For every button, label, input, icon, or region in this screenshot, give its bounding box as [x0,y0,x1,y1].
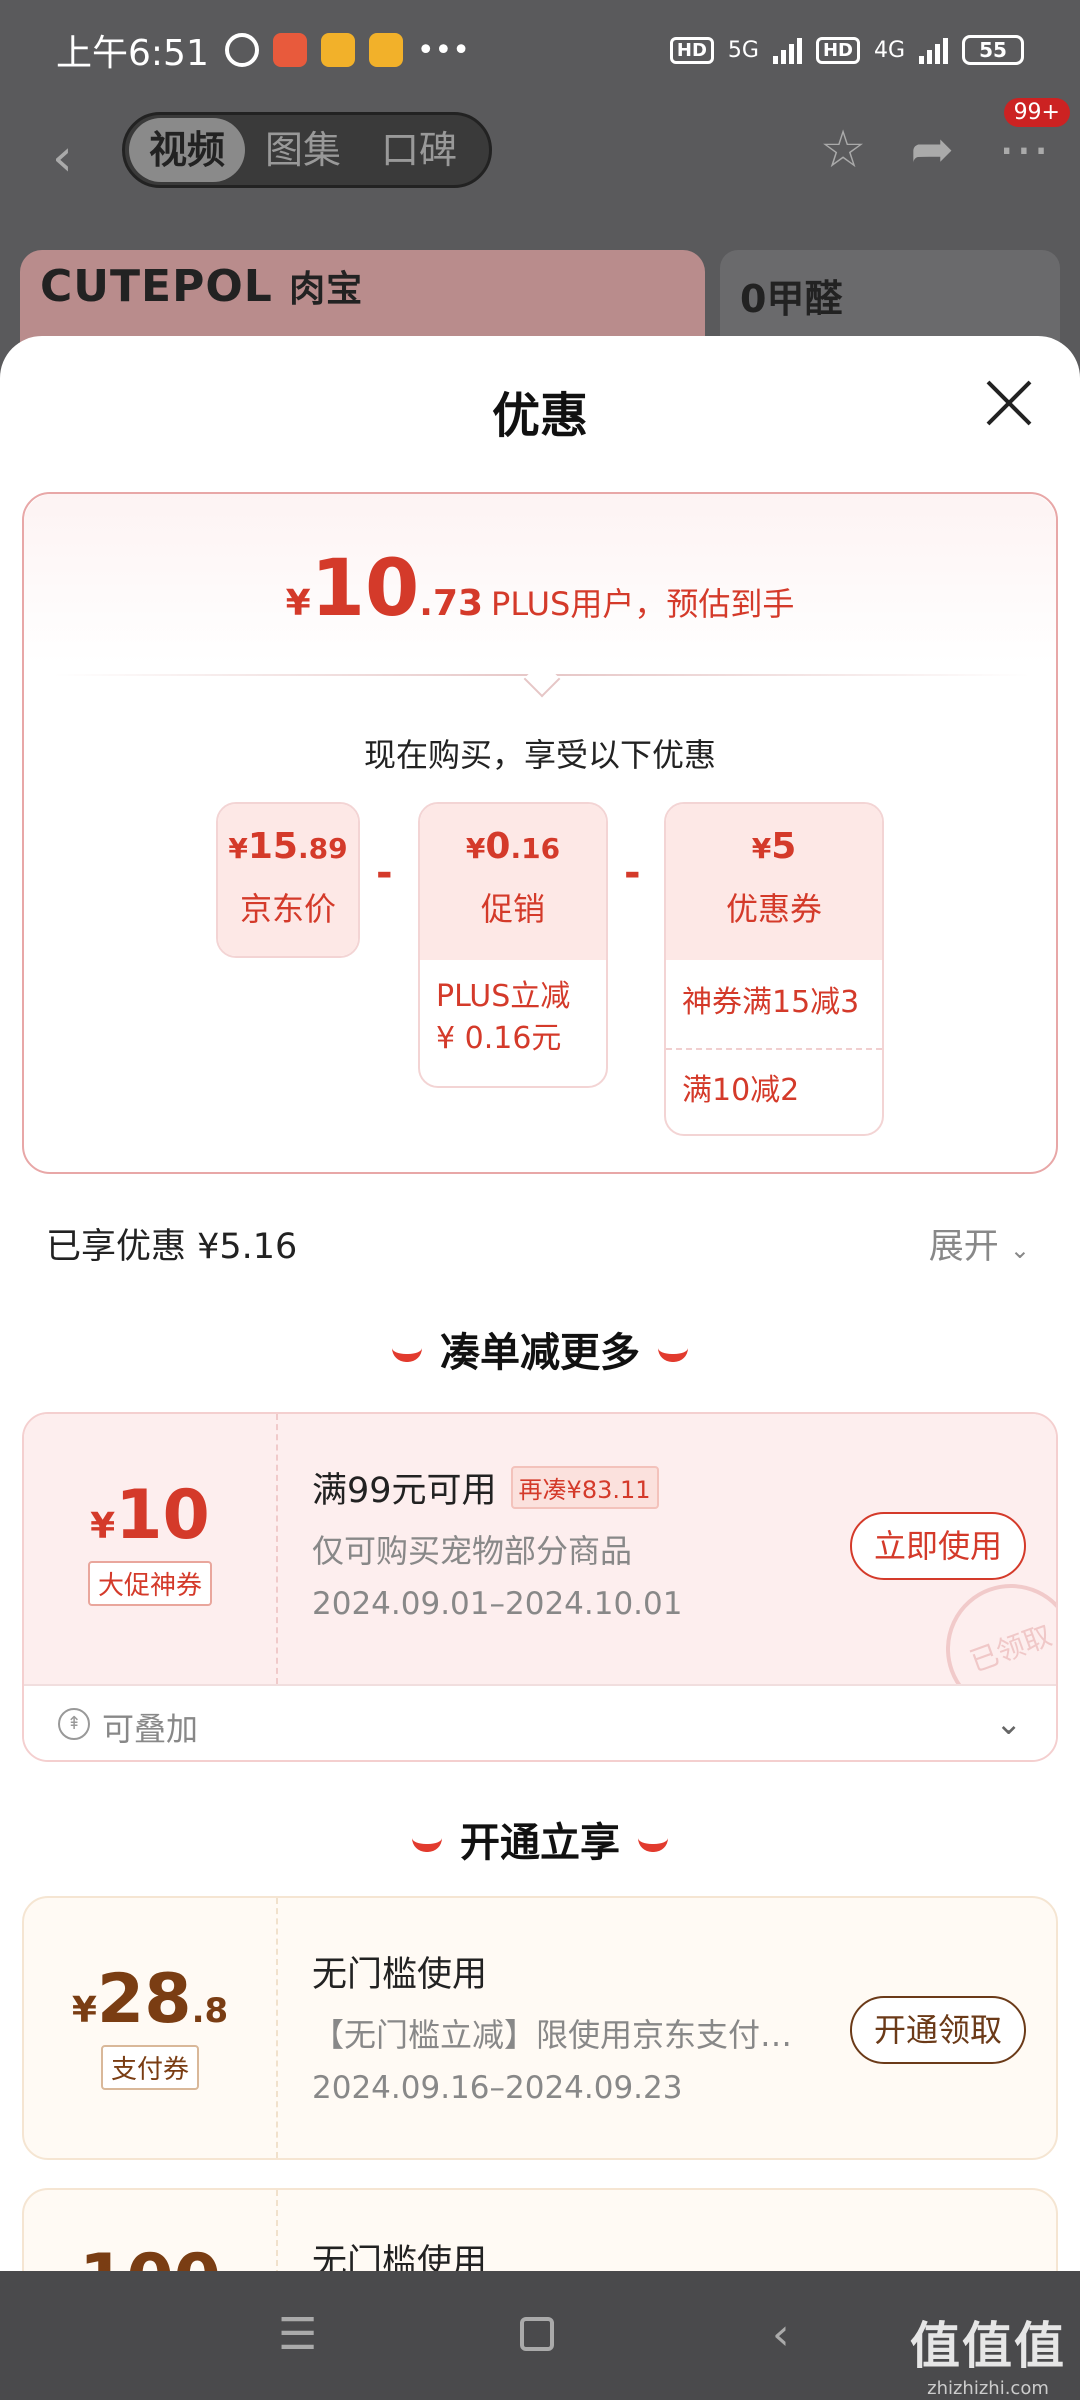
back-icon[interactable]: ‹ [52,128,73,188]
hd-icon-2: HD [815,36,860,64]
screen: 上午6:51 ••• HD 5G HD 4G 55 ‹ 视频 图集 口碑 ☆ ➦… [0,0,1080,2400]
estimated-price: ¥10.73 PLUS用户，预估到手 [285,544,795,634]
close-icon[interactable] [984,378,1034,428]
coupon-desc: 仅可购买宠物部分商品 [312,1532,633,1570]
coupon-desc: 【无门槛立减】限使用京东支付… [312,2016,793,2054]
promo-detail: PLUS立减 ¥ 0.16元 [436,979,571,1056]
status-bar: 上午6:51 ••• HD 5G HD 4G 55 [0,0,1080,100]
top-nav: ‹ 视频 图集 口碑 ☆ ➦ ⋯ 99+ [0,98,1080,200]
product-brand: CUTEPOL 肉宝 [40,261,364,312]
discount-sheet: 优惠 ¥10.73 PLUS用户，预估到手 现在购买，享受以下优惠 ¥15.89 … [0,336,1080,2271]
price-box-jd: ¥15.89 京东价 [216,802,360,958]
network-4g-label: 4G [873,37,905,63]
expand-button[interactable]: 展开 ⌄ [929,1218,1030,1269]
coupon-title: 满99元可用 再凑¥83.11 [312,1462,659,1513]
star-icon[interactable]: ☆ [820,120,867,180]
section-title-plus: 开通立享 [0,1810,1080,1868]
coupon-tag: 大促神券 [87,1561,212,1606]
menu-icon[interactable]: ☰ [278,2309,317,2360]
media-tabs: 视频 图集 口碑 [122,112,492,188]
more-notifications-icon: ••• [416,32,470,68]
chevron-down-icon: ⌄ [1009,1236,1030,1264]
coupon-detail-1: 神券满15减3 [682,985,860,1020]
site-watermark: 值值值 zhizhizhi.com [910,2317,1066,2399]
price-summary-card: ¥10.73 PLUS用户，预估到手 现在购买，享受以下优惠 ¥15.89 京东价… [22,492,1058,1174]
minus-sign: - [376,850,393,896]
stack-icon: ⇞ [58,1708,90,1740]
alarm-icon [224,33,259,67]
coupon-detail-2: 满10减2 [682,1073,800,1108]
share-icon[interactable]: ➦ [910,120,954,180]
status-right: HD 5G HD 4G 55 [669,35,1024,65]
chevron-down-icon: ⌄ [995,1704,1022,1742]
battery-icon: 55 [962,35,1024,65]
home-icon[interactable] [520,2317,554,2351]
stackable-row[interactable]: ⇞ 可叠加 ⌄ [24,1684,1056,1760]
coupon-card-third: 100 无门槛使用 [22,2188,1058,2271]
discount-subtitle: 现在购买，享受以下优惠 [363,736,716,774]
coupon-title: 无门槛使用 [312,1955,488,1995]
section-title-more: 凑单减更多 [0,1320,1080,1378]
coupon-extra-badge: 再凑¥83.11 [510,1466,659,1509]
status-time: 上午6:51 [56,33,209,74]
weibo-icon [320,33,355,67]
hd-icon: HD [669,36,714,64]
signal-icon-2 [919,36,948,64]
tab-gallery[interactable]: 图集 [245,118,361,182]
price-box-coupon: ¥5 优惠券 神券满15减3 满10减2 [664,802,884,1136]
coupon-tag: 支付券 [100,2045,199,2090]
signal-icon [772,36,802,64]
network-5g-label: 5G [727,37,759,63]
enjoyed-discount: 已享优惠 ¥5.16 [46,1227,298,1267]
coupon-date: 2024.09.16–2024.09.23 [312,2070,683,2106]
activate-claim-button[interactable]: 开通领取 [849,1996,1026,2064]
weibo-icon-2 [368,33,403,67]
minus-sign-2: - [624,850,641,896]
tab-video[interactable]: 视频 [129,118,246,182]
coupon-title: 无门槛使用 [312,2243,488,2271]
message-badge: 99+ [1003,98,1070,127]
coupon-card-pay: ¥28.8 支付券 无门槛使用 【无门槛立减】限使用京东支付… 2024.09.… [22,1896,1058,2160]
back-nav-icon[interactable]: ‹ [772,2309,790,2360]
tab-reviews[interactable]: 口碑 [361,118,477,182]
coupon-date: 2024.09.01–2024.10.01 [312,1586,683,1622]
use-now-button[interactable]: 立即使用 [849,1512,1026,1580]
nav-actions: ☆ ➦ ⋯ [820,120,1050,180]
notification-app-icon [272,33,307,67]
coupon-card-promo: ¥10 大促神券 满99元可用 再凑¥83.11 仅可购买宠物部分商品 2024.… [22,1412,1058,1762]
more-icon[interactable]: ⋯ [998,120,1050,180]
product-feature: 0甲醛 [740,277,843,321]
sheet-title: 优惠 [491,388,588,444]
price-box-promo: ¥0.16 促销 PLUS立减 ¥ 0.16元 [418,802,608,1088]
